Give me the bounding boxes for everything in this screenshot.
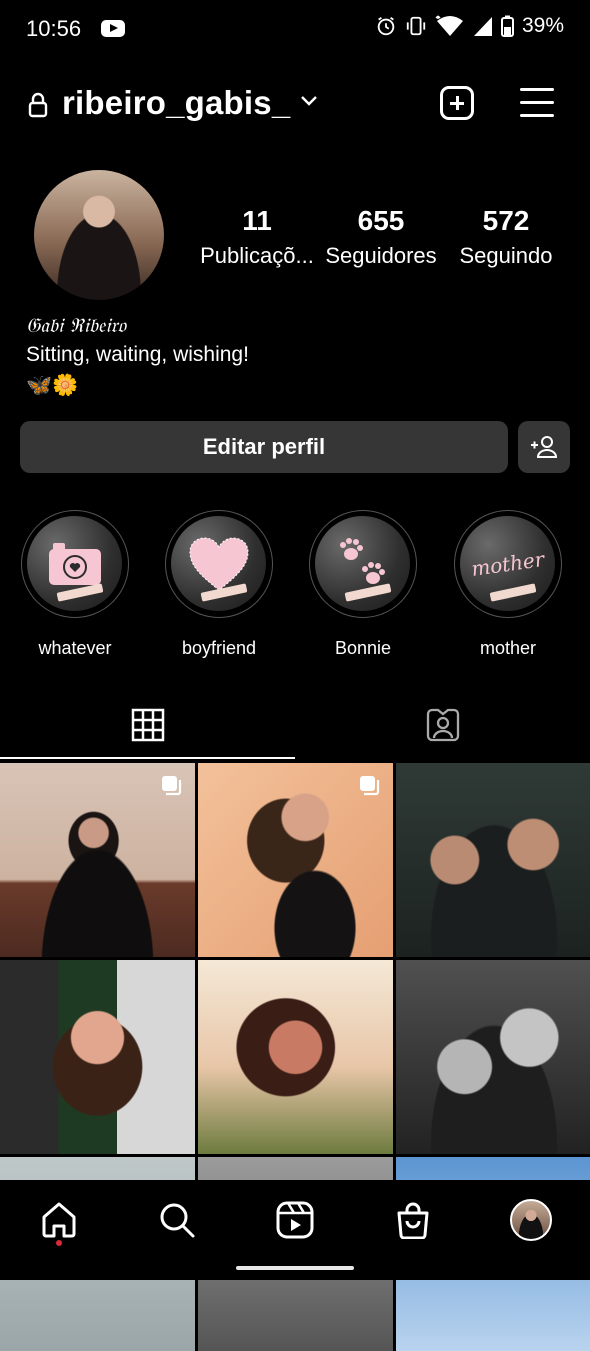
profile-bio-emoji: 🦋🌼	[26, 374, 79, 397]
stat-following-value: 572	[482, 205, 530, 236]
post-thumbnail[interactable]	[0, 960, 195, 1154]
highlight-mother[interactable]: mother mother	[452, 510, 564, 659]
tab-tagged[interactable]	[295, 690, 590, 760]
search-icon	[160, 1203, 195, 1238]
lock-icon	[28, 92, 48, 118]
menu-icon[interactable]	[520, 88, 554, 127]
stat-posts-label: Publicaçõ...	[200, 243, 314, 268]
highlight-bonnie[interactable]: Bonnie	[307, 510, 419, 659]
heart-icon	[188, 536, 249, 591]
youtube-notification-icon	[101, 20, 125, 37]
profile-full-name: 𝔊𝔞𝔟𝔦 ℜ𝔦𝔟𝔢𝔦𝔯𝔬	[26, 313, 126, 337]
post-thumbnail[interactable]	[396, 960, 590, 1154]
profile-avatar-small	[510, 1199, 552, 1241]
battery-icon	[500, 15, 514, 37]
post-thumbnail[interactable]	[396, 763, 590, 957]
paw-icon	[339, 537, 385, 584]
tagged-person-icon	[426, 708, 459, 742]
home-icon	[42, 1202, 76, 1238]
nav-reels[interactable]	[273, 1198, 317, 1242]
active-tab-indicator	[0, 757, 295, 759]
highlight-label: whatever	[38, 638, 112, 658]
vibrate-icon	[406, 16, 426, 36]
post-thumbnail[interactable]	[198, 960, 393, 1154]
home-indicator[interactable]	[236, 1266, 354, 1270]
post-thumbnail[interactable]	[0, 763, 195, 957]
carousel-icon	[360, 776, 380, 796]
add-person-icon	[531, 436, 558, 458]
status-time: 10:56	[26, 16, 82, 41]
highlight-whatever[interactable]: whatever	[19, 510, 131, 659]
profile-avatar[interactable]	[34, 170, 164, 300]
highlight-boyfriend[interactable]: boyfriend	[163, 510, 275, 659]
wifi-icon	[435, 15, 463, 36]
alarm-icon	[377, 16, 395, 36]
highlight-label: mother	[479, 638, 537, 658]
nav-search[interactable]	[155, 1198, 199, 1242]
camera-icon	[48, 542, 101, 585]
post-thumbnail[interactable]	[198, 763, 393, 957]
chevron-down-icon[interactable]	[300, 94, 318, 108]
edit-profile-button[interactable]: Editar perfil	[20, 421, 508, 473]
stat-following[interactable]: 572 Seguindo	[452, 205, 560, 269]
profile-bio: Sitting, waiting, wishing!	[26, 343, 249, 366]
stat-followers-label: Seguidores	[325, 243, 437, 268]
stat-followers-value: 655	[357, 205, 405, 236]
discover-people-button[interactable]	[518, 421, 570, 473]
nav-profile[interactable]	[509, 1198, 553, 1242]
bottom-navigation	[0, 1180, 590, 1280]
reels-icon	[276, 1201, 314, 1239]
status-icons: 39%	[375, 14, 564, 38]
nav-home[interactable]	[37, 1198, 81, 1242]
carousel-icon	[162, 776, 182, 796]
new-post-button[interactable]	[440, 86, 474, 120]
account-username[interactable]: ribeiro_gabis_	[62, 84, 290, 122]
tab-grid[interactable]	[0, 690, 295, 760]
notification-dot	[56, 1240, 62, 1246]
battery-percent: 39%	[521, 14, 564, 37]
stat-following-label: Seguindo	[459, 243, 553, 268]
highlight-label: boyfriend	[181, 638, 257, 658]
highlight-label: Bonnie	[334, 638, 392, 658]
nav-shop[interactable]	[391, 1198, 435, 1242]
stat-followers[interactable]: 655 Seguidores	[322, 205, 440, 269]
grid-icon	[131, 708, 164, 742]
signal-icon	[473, 17, 492, 36]
stat-posts[interactable]: 11 Publicaçõ...	[196, 205, 318, 269]
mother-text-icon: mother	[469, 546, 546, 581]
shop-icon	[397, 1202, 429, 1239]
stat-posts-value: 11	[242, 205, 272, 236]
